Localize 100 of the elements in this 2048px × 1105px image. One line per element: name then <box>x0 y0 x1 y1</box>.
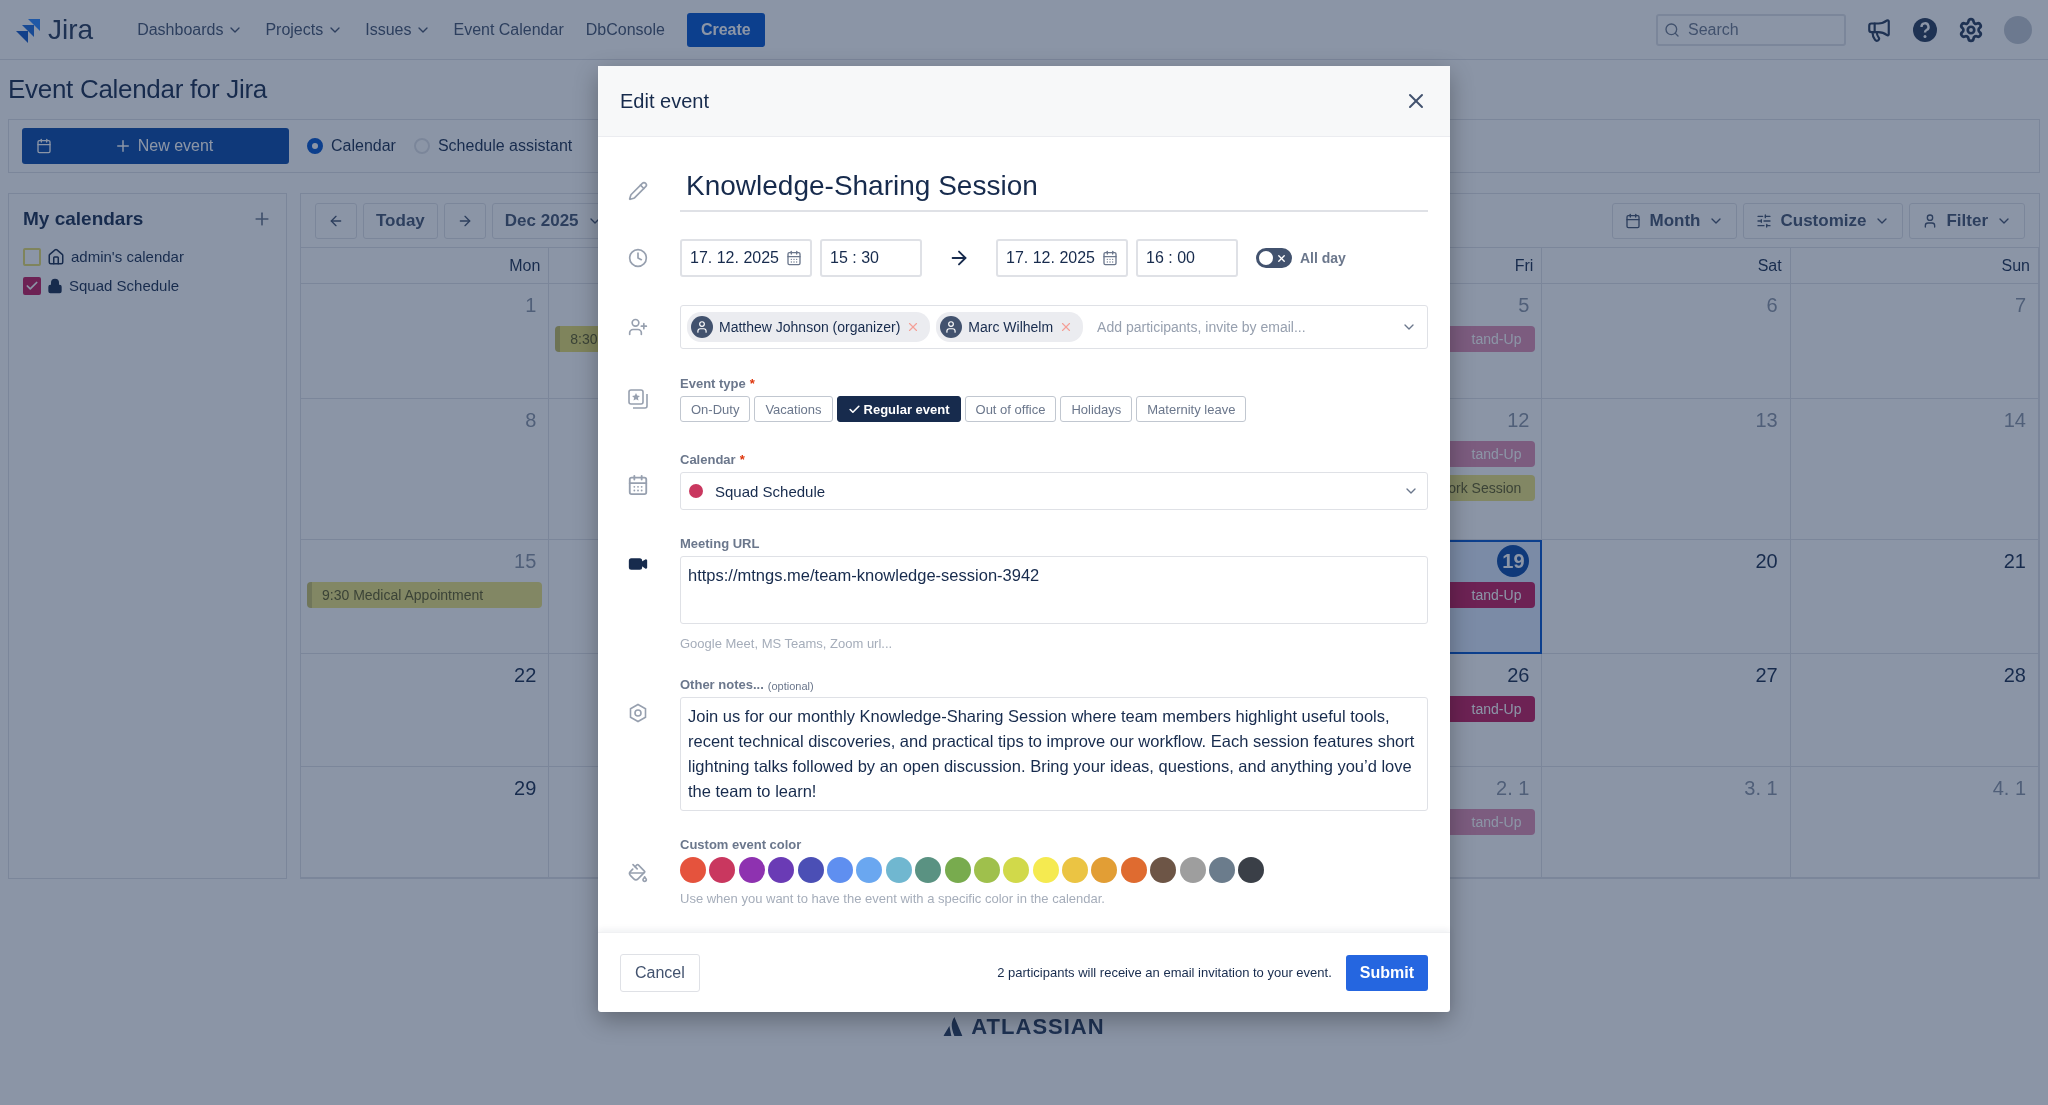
new-event-button[interactable]: New event <box>22 128 289 164</box>
color-swatch[interactable] <box>1091 857 1118 883</box>
megaphone-icon[interactable] <box>1866 16 1892 43</box>
day-number: 27 <box>1755 663 1778 687</box>
x-icon <box>1276 252 1287 264</box>
view-radio[interactable]: Calendar <box>307 137 396 155</box>
sidebar-title: My calendars <box>23 208 144 230</box>
color-swatch[interactable] <box>856 857 883 883</box>
calendar-icon <box>786 250 802 266</box>
participants-field[interactable]: Matthew Johnson (organizer) Marc Wilhelm Add participants, invite by email... <box>680 305 1428 349</box>
time-field[interactable]: 15 : 30 <box>820 239 922 277</box>
nav-link[interactable]: Projects <box>265 20 344 39</box>
calendar-select[interactable]: Squad Schedule <box>680 472 1428 510</box>
color-swatch[interactable] <box>826 857 853 883</box>
nav-link[interactable]: Issues <box>365 20 432 39</box>
logo-text: Jira <box>48 13 94 46</box>
color-swatch[interactable] <box>1003 857 1030 883</box>
calendar-name: admin's calendar <box>71 248 184 265</box>
next-button[interactable] <box>443 202 486 239</box>
color-swatch[interactable] <box>797 857 824 883</box>
field-label: Calendar <box>680 452 736 467</box>
day-number: 20 <box>1755 549 1778 573</box>
settings-icon[interactable] <box>1958 16 1984 43</box>
user-icon <box>944 320 959 334</box>
day-number: 6 <box>1766 293 1778 317</box>
color-swatch[interactable] <box>1150 857 1177 883</box>
notes-field[interactable]: Join us for our monthly Knowledge-Sharing Session where team members highlight useful tools, recent technical discoveries, and practical tips to improve our workflow. Each session features short lightning talks followed by an open discussion. Bring your ideas, questions, and anything you’d love the team to learn! <box>680 697 1428 811</box>
time-field[interactable]: 16 : 00 <box>1136 239 1238 277</box>
weekday-label: Sat <box>1757 256 1782 275</box>
day-number: 14 <box>2003 408 2026 432</box>
weekday-label: Fri <box>1514 256 1534 275</box>
day-number: 19 <box>1497 545 1530 577</box>
checkbox[interactable] <box>23 276 41 295</box>
event-type-tag[interactable]: Holidays <box>1060 396 1133 422</box>
color-swatch[interactable] <box>885 857 912 883</box>
calendar-icon <box>1102 250 1118 266</box>
day-number: 29 <box>514 776 537 800</box>
cancel-button[interactable]: Cancel <box>620 953 700 992</box>
calendar-icon <box>36 138 52 154</box>
color-swatch[interactable] <box>1209 857 1236 883</box>
day-number: 12 <box>1507 408 1530 432</box>
user-icon <box>695 320 709 334</box>
dialog-title: Edit event <box>620 89 709 113</box>
color-swatch[interactable] <box>1032 857 1059 883</box>
invitation-message: 2 participants will receive an email invitation to your event. <box>997 965 1332 980</box>
date-field[interactable]: 17. 12. 2025 <box>996 239 1128 277</box>
all-day-toggle[interactable] <box>1256 248 1292 268</box>
view-radio[interactable]: Schedule assistant <box>413 137 573 155</box>
day-number: 3. 1 <box>1744 776 1778 800</box>
help-icon[interactable] <box>1912 16 1938 43</box>
color-swatch[interactable] <box>768 857 795 883</box>
weekday-label: Sun <box>2001 256 2030 275</box>
search-icon <box>1664 21 1680 38</box>
color-swatch[interactable] <box>973 857 1000 883</box>
view-button[interactable]: Filter <box>1909 202 2025 239</box>
day-number: 4. 1 <box>1992 776 2026 800</box>
view-button[interactable]: Customize <box>1743 202 1904 239</box>
color-swatch[interactable] <box>1238 857 1265 883</box>
previous-button[interactable] <box>315 202 357 239</box>
event-chip[interactable]: 9:30 Medical Appointment <box>307 582 543 608</box>
event-type-tag[interactable]: On-Duty <box>680 396 751 422</box>
nav-link[interactable]: DbConsole <box>585 20 665 39</box>
date-field[interactable]: 17. 12. 2025 <box>680 239 812 277</box>
lock-icon <box>47 277 63 294</box>
sliders-icon <box>1756 212 1773 229</box>
event-type-tag[interactable]: Out of office <box>964 396 1057 422</box>
weekday-label: Mon <box>509 256 541 275</box>
field-label: Custom event color <box>680 837 802 852</box>
color-swatch[interactable] <box>915 857 942 883</box>
nav-link[interactable]: Dashboards <box>137 20 244 39</box>
today-button[interactable]: Today <box>363 202 438 239</box>
day-number: 21 <box>2003 549 2026 573</box>
user-plus-icon <box>628 317 648 337</box>
color-swatch[interactable] <box>1062 857 1089 883</box>
nav-link[interactable]: Event Calendar <box>453 20 564 39</box>
calendar-name: Squad Schedule <box>69 277 180 294</box>
search-field[interactable]: Search <box>1656 13 1846 46</box>
event-type-tag[interactable]: Maternity leave <box>1136 396 1247 422</box>
create-button[interactable]: Create <box>686 12 765 47</box>
color-swatch[interactable] <box>709 857 736 883</box>
participant-chip: Matthew Johnson (organizer) <box>687 312 931 342</box>
field-label: Event type <box>680 376 746 391</box>
color-swatch[interactable] <box>1120 857 1147 883</box>
day-number: 13 <box>1755 408 1778 432</box>
paint-bucket-icon <box>628 863 648 883</box>
all-day-label: All day <box>1300 250 1346 266</box>
color-swatch[interactable] <box>680 857 706 883</box>
hexagon-icon <box>628 703 648 723</box>
home-icon <box>47 247 65 266</box>
meeting-url-field[interactable]: https://mtngs.me/team-knowledge-session-3942 <box>680 556 1428 624</box>
view-button[interactable]: Month <box>1612 202 1738 239</box>
color-swatch[interactable] <box>1179 857 1206 883</box>
day-number: 1 <box>525 293 537 317</box>
color-swatch[interactable] <box>944 857 971 883</box>
event-type-tag[interactable]: Regular event <box>836 396 961 422</box>
submit-button[interactable]: Submit <box>1345 954 1428 991</box>
field-hint: Google Meet, MS Teams, Zoom url... <box>680 636 894 651</box>
color-swatch[interactable] <box>738 857 765 883</box>
event-type-tag[interactable]: Vacations <box>754 396 833 422</box>
footer-logo-text: ATLASSIAN <box>971 1014 1105 1040</box>
